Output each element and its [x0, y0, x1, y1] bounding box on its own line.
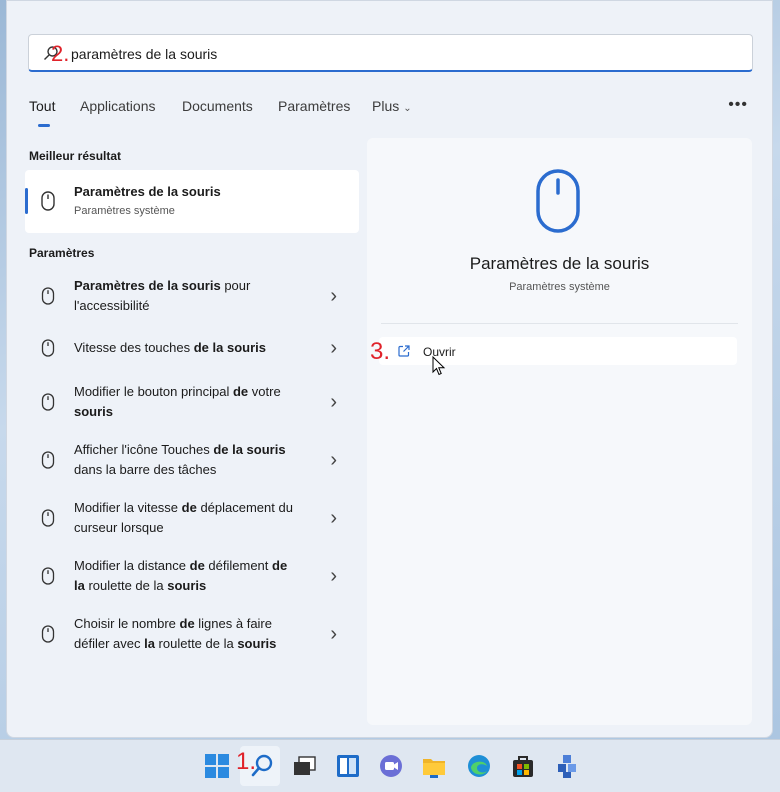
best-match-item[interactable]: Paramètres de la souris Paramètres systè…: [25, 170, 359, 233]
app-icon[interactable]: [553, 752, 581, 780]
best-match-subtitle: Paramètres système: [74, 205, 175, 217]
mouse-icon: [41, 339, 55, 357]
result-text: Modifier la distance: [74, 558, 190, 573]
chevron-right-icon: ›: [330, 285, 337, 307]
selection-indicator: [25, 188, 28, 214]
active-tab-indicator: [38, 124, 50, 127]
search-box[interactable]: 2.: [28, 34, 753, 72]
highlighted-text: de: [181, 500, 197, 515]
preview-pane: Paramètres de la souris Paramètres systè…: [367, 138, 752, 725]
settings-result-item[interactable]: Vitesse des touches de la souris ›: [25, 328, 359, 368]
settings-result-item[interactable]: Modifier le bouton principal de votre so…: [25, 376, 359, 428]
open-external-icon: [398, 345, 410, 357]
tab-documents[interactable]: Documents: [182, 98, 253, 114]
chevron-right-icon: ›: [330, 337, 337, 359]
chevron-right-icon: ›: [330, 565, 337, 587]
search-icon[interactable]: [248, 752, 276, 780]
taskbar: 1.: [0, 739, 780, 792]
mouse-icon: [41, 451, 55, 469]
file-explorer-icon[interactable]: [420, 752, 448, 780]
settings-result-item[interactable]: Modifier la distance de défilement de la…: [25, 550, 359, 602]
widgets-icon[interactable]: [334, 752, 362, 780]
chevron-right-icon: ›: [330, 507, 337, 529]
settings-result-item[interactable]: Afficher l'icône Touches de la souris da…: [25, 434, 359, 486]
ellipsis-icon[interactable]: •••: [728, 96, 748, 114]
highlighted-text: souris: [167, 578, 207, 593]
result-text: Modifier la vitesse: [74, 500, 182, 515]
tab-tout[interactable]: Tout: [29, 98, 55, 114]
result-text: roulette de la: [84, 578, 168, 593]
chevron-right-icon: ›: [330, 391, 337, 413]
result-text: Vitesse des touches: [74, 340, 194, 355]
mouse-icon: [41, 567, 55, 585]
start-icon[interactable]: [203, 752, 231, 780]
step-annotation-2: 2.: [51, 41, 70, 66]
highlighted-text: de: [179, 616, 195, 631]
mouse-icon: [41, 625, 55, 643]
mouse-icon: [41, 287, 55, 305]
highlighted-text: la: [144, 636, 155, 651]
settings-result-item[interactable]: Choisir le nombre de lignes à faire défi…: [25, 608, 359, 660]
task-view-icon[interactable]: [291, 752, 319, 780]
result-text: Choisir le nombre: [74, 616, 180, 631]
settings-result-label: Modifier la distance de défilement de la…: [74, 556, 294, 596]
settings-result-label: Modifier la vitesse de déplacement du cu…: [74, 498, 294, 538]
settings-result-label: Paramètres de la souris pour l'accessibi…: [74, 276, 294, 316]
tab-plus-label: Plus: [372, 98, 400, 114]
result-text: Afficher l'icône Touches: [74, 442, 214, 457]
preview-title: Paramètres de la souris: [469, 254, 650, 273]
highlighted-text: souris: [237, 636, 277, 651]
settings-result-label: Afficher l'icône Touches de la souris da…: [74, 440, 294, 480]
preview-subtitle: Paramètres système: [509, 281, 610, 293]
result-text: Modifier le bouton principal: [74, 384, 233, 399]
settings-heading: Paramètres: [29, 246, 95, 260]
mouse-icon: [41, 191, 55, 211]
step-annotation-3: 3.: [370, 338, 391, 365]
settings-result-label: Modifier le bouton principal de votre so…: [74, 382, 294, 422]
mouse-large-icon: [536, 169, 580, 233]
divider: [381, 323, 738, 324]
chevron-down-icon: ⌄: [403, 103, 412, 114]
tab-plus[interactable]: Plus ⌄: [372, 98, 412, 114]
result-text: votre: [248, 384, 281, 399]
best-match-heading: Meilleur résultat: [29, 149, 122, 163]
result-text: roulette de la: [154, 636, 238, 651]
tab-parametres[interactable]: Paramètres: [278, 98, 350, 114]
chevron-right-icon: ›: [330, 449, 337, 471]
highlighted-text: de: [189, 558, 205, 573]
mouse-icon: [41, 393, 55, 411]
settings-result-item[interactable]: Modifier la vitesse de déplacement du cu…: [25, 492, 359, 544]
highlighted-text: souris: [74, 404, 114, 419]
mouse-icon: [41, 509, 55, 527]
settings-result-label: Vitesse des touches de la souris: [74, 338, 294, 358]
mouse-cursor-icon: [432, 356, 446, 376]
result-text: dans la barre des tâches: [74, 462, 217, 477]
settings-result-label: Choisir le nombre de lignes à faire défi…: [74, 614, 294, 654]
chevron-right-icon: ›: [330, 623, 337, 645]
highlighted-text: Paramètres de la souris: [74, 278, 221, 293]
highlighted-text: de la souris: [193, 340, 266, 355]
highlighted-text: de la souris: [213, 442, 286, 457]
store-icon[interactable]: [509, 752, 537, 780]
result-text: défilement: [204, 558, 272, 573]
best-match-title: Paramètres de la souris: [74, 184, 221, 199]
tab-applications[interactable]: Applications: [80, 98, 156, 114]
settings-result-item[interactable]: Paramètres de la souris pour l'accessibi…: [25, 270, 359, 322]
chat-icon[interactable]: [377, 752, 405, 780]
highlighted-text: de: [232, 384, 249, 399]
edge-icon[interactable]: [465, 752, 493, 780]
search-input[interactable]: [69, 41, 673, 67]
